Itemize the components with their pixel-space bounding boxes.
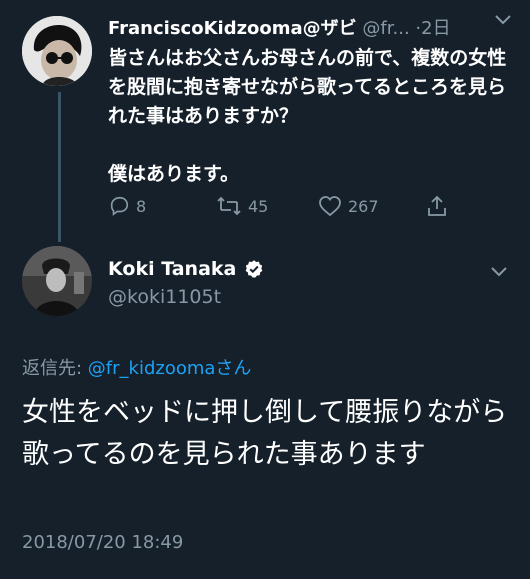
- reply-prefix: 返信先:: [22, 358, 88, 379]
- focused-display-name[interactable]: Koki Tanaka: [108, 258, 236, 280]
- retweet-action[interactable]: 45: [216, 194, 268, 218]
- retweet-icon: [217, 196, 241, 216]
- reply-mention-link[interactable]: @fr_kidzoomaさん: [88, 358, 252, 379]
- focused-display-name-row: Koki Tanaka: [108, 258, 264, 280]
- focused-tweet-text: 女性をベッドに押し倒して腰振りながら歌ってるのを見られた事あります: [22, 397, 508, 470]
- like-icon: [319, 196, 341, 217]
- parent-handle[interactable]: @fr...: [362, 18, 409, 39]
- focused-handle[interactable]: @koki1105t: [108, 286, 221, 308]
- chevron-down-icon[interactable]: [494, 14, 512, 26]
- like-count: 267: [348, 196, 379, 216]
- avatar-koki-tanaka[interactable]: [22, 246, 92, 316]
- parent-tweet-actions: 8 45 267: [108, 194, 448, 218]
- parent-tweet-text: 皆さんはお父さんお母さんの前で、複数の女性を股間に抱き寄せながら歌ってるところを…: [108, 47, 507, 185]
- reply-count: 8: [136, 196, 147, 216]
- reply-icon: [110, 196, 129, 216]
- thread-connector-line: [58, 92, 61, 242]
- reply-action[interactable]: 8: [108, 194, 146, 218]
- share-icon: [428, 195, 446, 216]
- parent-display-name[interactable]: FranciscoKidzooma@ザビ: [108, 18, 357, 39]
- share-action[interactable]: [426, 194, 448, 218]
- parent-tweet-header: FranciscoKidzooma@ザビ @fr... ·2日: [108, 14, 520, 40]
- chevron-down-icon[interactable]: [490, 266, 508, 278]
- reply-context: 返信先: @fr_kidzoomaさん: [22, 354, 251, 380]
- avatar-franciscokidzooma[interactable]: [22, 16, 92, 86]
- parent-time[interactable]: ·2日: [415, 18, 450, 39]
- retweet-count: 45: [248, 196, 269, 216]
- like-action[interactable]: 267: [318, 194, 379, 218]
- tweet-timestamp[interactable]: 2018/07/20 18:49: [22, 532, 183, 553]
- verified-badge-icon: [246, 260, 263, 278]
